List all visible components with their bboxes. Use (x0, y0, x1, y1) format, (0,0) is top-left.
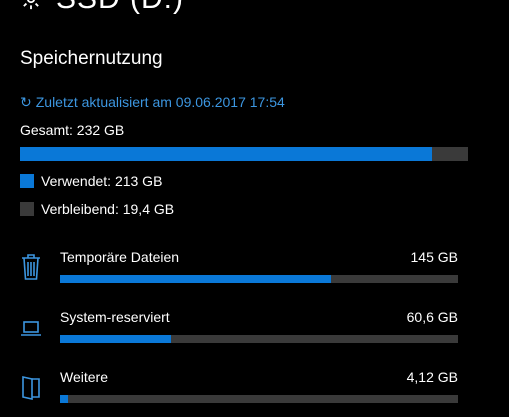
category-name: System-reserviert (60, 309, 170, 325)
drive-header: SSD (D:) (20, 0, 184, 16)
section-title: Speichernutzung (20, 48, 163, 69)
used-label: Verwendet: 213 GB (41, 173, 163, 189)
refresh-label: Zuletzt aktualisiert am 09.06.2017 17:54 (35, 94, 285, 110)
storage-usage-bar (20, 147, 468, 161)
trash-icon (22, 254, 40, 280)
legend-used: Verwendet: 213 GB (20, 173, 162, 189)
category-system-reserved[interactable]: System-reserviert 60,6 GB (20, 309, 460, 357)
category-bar (60, 275, 458, 283)
refresh-icon: ↻ (20, 94, 32, 110)
category-name: Weitere (60, 369, 108, 385)
folder-icon (22, 376, 40, 400)
category-other[interactable]: Weitere 4,12 GB (20, 369, 460, 417)
drive-title: SSD (D:) (56, 0, 184, 16)
storage-usage-fill (20, 147, 433, 161)
legend-free: Verbleibend: 19,4 GB (20, 201, 174, 217)
category-size: 60,6 GB (406, 309, 458, 325)
category-size: 145 GB (410, 249, 458, 265)
laptop-icon (21, 321, 41, 336)
category-size: 4,12 GB (406, 369, 458, 385)
free-label: Verbleibend: 19,4 GB (41, 201, 175, 217)
category-bar-fill (60, 335, 172, 343)
refresh-link[interactable]: ↻ Zuletzt aktualisiert am 09.06.2017 17:5… (20, 94, 285, 111)
category-bar-fill (60, 275, 331, 283)
category-bar (60, 335, 458, 343)
category-name: Temporäre Dateien (60, 249, 180, 265)
used-color-swatch (20, 174, 34, 188)
free-color-swatch (20, 202, 34, 216)
total-capacity: Gesamt: 232 GB (20, 122, 125, 138)
category-bar-fill (60, 395, 68, 403)
gear-icon (23, 0, 39, 10)
category-temp-files[interactable]: Temporäre Dateien 145 GB (20, 249, 460, 297)
category-bar (60, 395, 458, 403)
